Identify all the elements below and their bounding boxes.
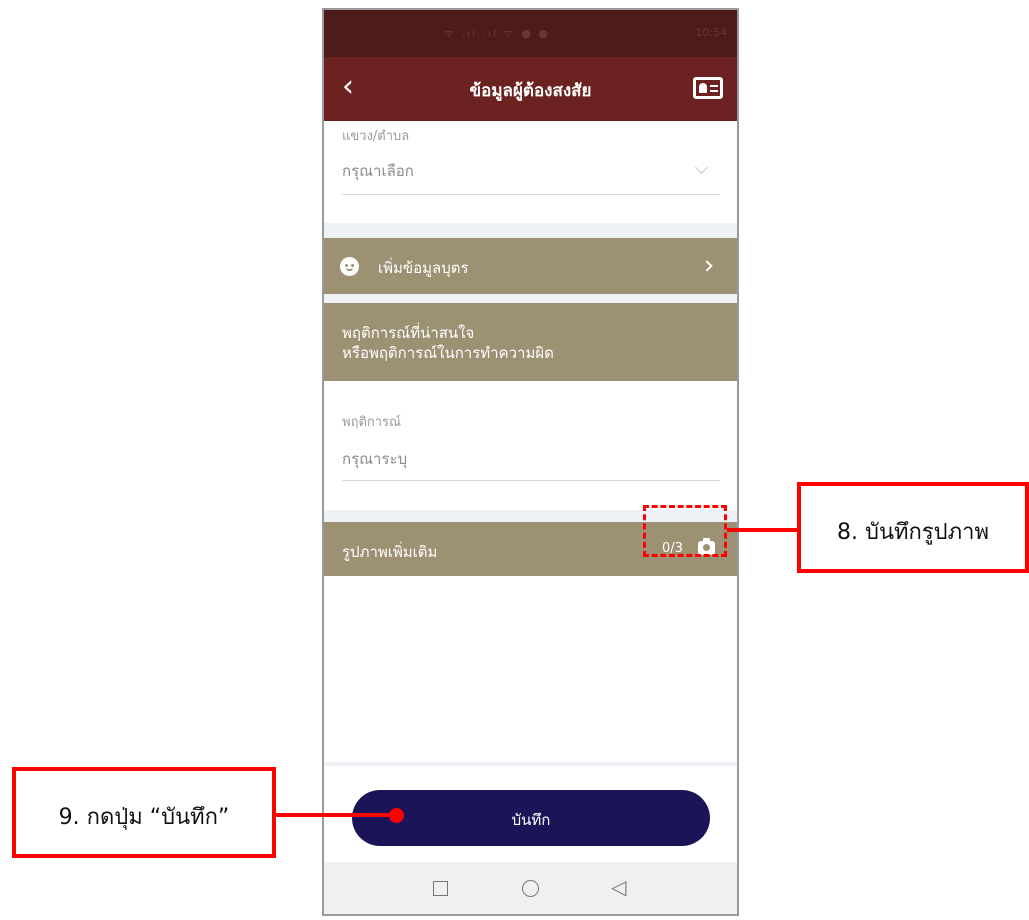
nav-recent-icon[interactable] — [433, 881, 448, 896]
save-button-label: บันทึก — [511, 811, 551, 829]
save-callout-box: 9. กดปุ่ม “บันทึก” — [12, 767, 276, 858]
add-child-label: เพิ่มข้อมูลบุตร — [378, 259, 469, 277]
phone-frame: ᯤ .ıl .ıl ᯤ ● ● 10:54 ‹ ข้อมูลผู้ต้องสงส… — [322, 8, 739, 916]
status-icons: ᯤ .ıl .ıl ᯤ ● ● — [444, 27, 550, 40]
screenshot-canvas: ᯤ .ıl .ıl ᯤ ● ● 10:54 ‹ ข้อมูลผู้ต้องสงส… — [0, 0, 1029, 920]
bottom-action-area: บันทึก — [324, 762, 737, 862]
id-card-line — [710, 85, 718, 87]
photo-callout-connector — [727, 528, 797, 532]
id-card-line — [710, 90, 718, 92]
chevron-right-icon — [701, 260, 713, 272]
section-divider — [324, 294, 737, 303]
save-callout-dot — [389, 808, 404, 823]
save-callout-connector — [276, 813, 398, 817]
add-child-row[interactable]: เพิ่มข้อมูลบุตร — [324, 238, 737, 294]
child-face-icon — [340, 257, 359, 276]
additional-photos-label: รูปภาพเพิ่มเติม — [342, 543, 438, 561]
subdistrict-select[interactable]: กรุณาเลือก — [342, 151, 720, 195]
nav-back-icon[interactable]: ◁ — [611, 877, 626, 897]
behavior-section-header: พฤติการณ์ที่น่าสนใจ หรือพฤติการณ์ในการทำ… — [324, 303, 737, 381]
status-bar: ᯤ .ıl .ıl ᯤ ● ● 10:54 — [324, 10, 737, 57]
behavior-section-title-line2: หรือพฤติการณ์ในการทำความผิด — [342, 344, 554, 362]
photo-callout-box: 8. บันทึกรูปภาพ — [797, 482, 1029, 573]
child-face-eye — [351, 264, 354, 267]
behavior-input[interactable]: กรุณาระบุ — [342, 435, 720, 481]
form-content: แขวง/ตำบล กรุณาเลือก เพิ่มข้อมูลบุตร พฤต… — [324, 121, 737, 761]
behavior-field-label: พฤติการณ์ — [342, 415, 402, 430]
photo-callout-highlight — [643, 505, 727, 557]
id-card-icon[interactable] — [693, 77, 723, 99]
id-card-face-glyph — [699, 83, 707, 93]
status-time: 10:54 — [695, 26, 727, 39]
save-callout-text: 9. กดปุ่ม “บันทึก” — [58, 805, 230, 830]
child-face-mouth — [346, 268, 353, 271]
app-bar: ‹ ข้อมูลผู้ต้องสงสัย — [324, 57, 737, 121]
page-title: ข้อมูลผู้ต้องสงสัย — [469, 81, 592, 101]
nav-home-icon[interactable] — [522, 880, 539, 897]
android-nav-bar: ◁ — [324, 862, 737, 914]
save-button[interactable]: บันทึก — [352, 790, 710, 846]
subdistrict-label: แขวง/ตำบล — [342, 129, 410, 144]
subdistrict-value: กรุณาเลือก — [342, 162, 414, 180]
photo-callout-text: 8. บันทึกรูปภาพ — [837, 520, 989, 545]
child-face-eye — [345, 264, 348, 267]
behavior-placeholder: กรุณาระบุ — [342, 450, 408, 468]
section-divider — [324, 223, 737, 238]
chevron-down-icon — [695, 161, 708, 174]
